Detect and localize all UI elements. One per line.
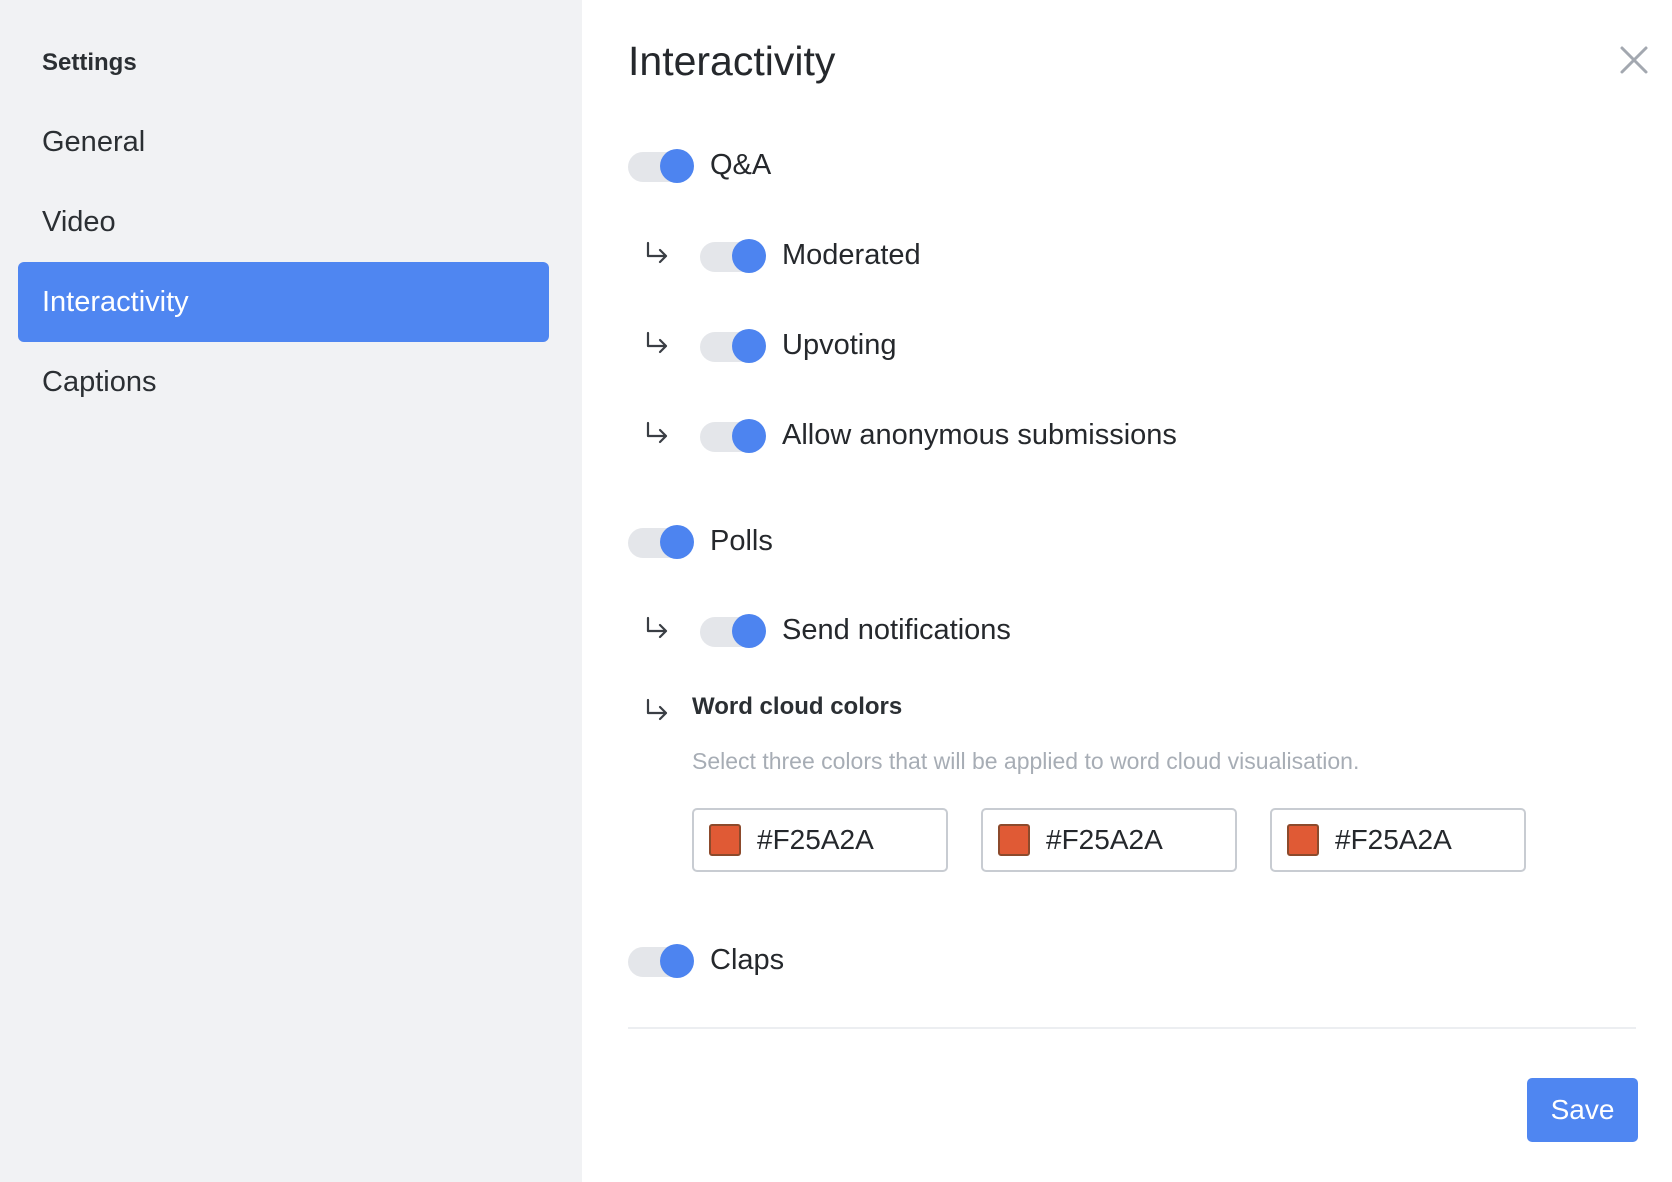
- claps-toggle[interactable]: [628, 943, 694, 978]
- qa-label: Q&A: [710, 148, 772, 181]
- word-cloud-description: Select three colors that will be applied…: [692, 748, 1360, 774]
- upvoting-toggle[interactable]: [700, 328, 766, 363]
- polls-label: Polls: [710, 524, 773, 557]
- close-icon: [1620, 46, 1648, 74]
- word-cloud-color-input-2[interactable]: #F25A2A: [981, 808, 1237, 872]
- toggle-row-moderated: Moderated: [644, 235, 921, 275]
- word-cloud-color-input-1[interactable]: #F25A2A: [692, 808, 948, 872]
- sidebar-item-general[interactable]: General: [18, 102, 549, 182]
- moderated-toggle[interactable]: [700, 238, 766, 273]
- word-cloud-color-input-3[interactable]: #F25A2A: [1270, 808, 1526, 872]
- color-swatch[interactable]: [1287, 824, 1319, 856]
- anonymous-toggle[interactable]: [700, 418, 766, 453]
- notifications-label: Send notifications: [782, 613, 1011, 646]
- sidebar-item-interactivity[interactable]: Interactivity: [18, 262, 549, 342]
- sidebar-heading: Settings: [42, 49, 137, 76]
- save-button[interactable]: Save: [1527, 1078, 1638, 1142]
- subitem-arrow-icon: [644, 235, 700, 275]
- divider: [628, 1027, 1636, 1029]
- claps-label: Claps: [710, 943, 785, 976]
- qa-toggle[interactable]: [628, 148, 694, 183]
- sidebar-item-video[interactable]: Video: [18, 182, 549, 262]
- sidebar: Settings General Video Interactivity Cap…: [0, 0, 582, 1182]
- toggle-row-claps: Claps: [628, 940, 784, 980]
- toggle-row-qa: Q&A: [628, 145, 771, 185]
- toggle-row-polls: Polls: [628, 521, 773, 561]
- notifications-toggle[interactable]: [700, 613, 766, 648]
- word-cloud-title: Word cloud colors: [692, 693, 903, 720]
- upvoting-label: Upvoting: [782, 328, 897, 361]
- subitem-arrow-icon: [644, 610, 700, 650]
- color-value: #F25A2A: [1046, 824, 1163, 855]
- toggle-row-anonymous: Allow anonymous submissions: [644, 415, 1177, 455]
- page-title: Interactivity: [628, 38, 836, 84]
- polls-toggle[interactable]: [628, 524, 694, 559]
- subitem-arrow-icon: [644, 415, 700, 455]
- color-swatch[interactable]: [998, 824, 1030, 856]
- color-swatch[interactable]: [709, 824, 741, 856]
- settings-panel: Interactivity Q&A Moderated Upvoting All…: [582, 0, 1672, 1182]
- anonymous-label: Allow anonymous submissions: [782, 418, 1177, 451]
- toggle-row-notifications: Send notifications: [644, 610, 1011, 650]
- sidebar-item-captions[interactable]: Captions: [18, 342, 549, 422]
- color-value: #F25A2A: [1335, 824, 1452, 855]
- subitem-arrow-icon: [644, 325, 700, 365]
- moderated-label: Moderated: [782, 238, 921, 271]
- color-value: #F25A2A: [757, 824, 874, 855]
- toggle-row-upvoting: Upvoting: [644, 325, 896, 365]
- close-button[interactable]: [1612, 40, 1656, 84]
